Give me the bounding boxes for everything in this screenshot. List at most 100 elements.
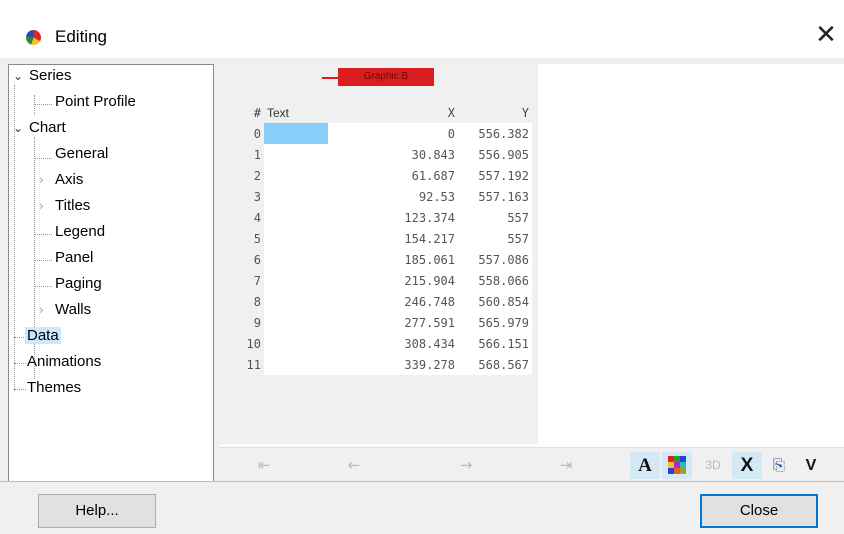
- row-number: 10: [220, 333, 264, 354]
- tree-item-walls[interactable]: › Walls: [39, 299, 93, 321]
- table-row: 0 0 556.382: [220, 123, 532, 144]
- tree-item-themes[interactable]: Themes: [25, 377, 83, 399]
- app-icon: [26, 30, 41, 45]
- chevron-down-icon[interactable]: ⌄: [13, 65, 27, 87]
- x-cell[interactable]: 215.904: [328, 270, 458, 291]
- tree-label: Axis: [55, 171, 84, 188]
- table-row: 8 246.748 560.854: [220, 291, 532, 312]
- tree-item-point-profile[interactable]: Point Profile: [53, 91, 138, 113]
- text-cell[interactable]: [264, 123, 328, 144]
- color-palette-button[interactable]: [662, 452, 692, 479]
- delete-button[interactable]: X: [732, 452, 762, 479]
- tree-item-series[interactable]: ⌄ Series: [13, 65, 74, 87]
- y-cell[interactable]: 556.382: [458, 123, 532, 144]
- tree-label: Animations: [27, 353, 102, 370]
- chevron-right-icon[interactable]: ›: [39, 299, 53, 321]
- text-cell[interactable]: [264, 144, 328, 165]
- 3d-button[interactable]: 3D: [698, 452, 728, 479]
- x-cell[interactable]: 123.374: [328, 207, 458, 228]
- dialog-footer: Help... Close: [0, 482, 844, 534]
- x-cell[interactable]: 308.434: [328, 333, 458, 354]
- text-cell[interactable]: [264, 207, 328, 228]
- y-cell[interactable]: 557: [458, 228, 532, 249]
- text-cell[interactable]: [264, 354, 328, 375]
- y-cell[interactable]: 557.192: [458, 165, 532, 186]
- text-cell[interactable]: [264, 186, 328, 207]
- chevron-right-icon[interactable]: ›: [39, 169, 53, 191]
- y-cell[interactable]: 557.163: [458, 186, 532, 207]
- text-cell[interactable]: [264, 270, 328, 291]
- tree-label: Point Profile: [55, 93, 136, 110]
- help-button[interactable]: Help...: [38, 494, 156, 528]
- chevron-right-icon[interactable]: ›: [39, 195, 53, 217]
- x-cell[interactable]: 246.748: [328, 291, 458, 312]
- y-cell[interactable]: 568.567: [458, 354, 532, 375]
- first-record-button[interactable]: ⇤: [250, 452, 278, 479]
- more-button[interactable]: V: [796, 452, 826, 479]
- tree-item-data[interactable]: Data: [25, 325, 61, 347]
- x-cell[interactable]: 277.591: [328, 312, 458, 333]
- tree-item-general[interactable]: General: [53, 143, 110, 165]
- column-header-y[interactable]: Y: [458, 102, 532, 123]
- tree-connector: [34, 234, 52, 235]
- row-number: 1: [220, 144, 264, 165]
- y-cell[interactable]: 556.905: [458, 144, 532, 165]
- tree-label: Themes: [27, 379, 82, 396]
- last-record-button[interactable]: ⇥: [552, 452, 580, 479]
- table-row: 7 215.904 558.066: [220, 270, 532, 291]
- tree-label: Legend: [55, 223, 106, 240]
- tree-connector: [34, 158, 52, 159]
- y-cell[interactable]: 557.086: [458, 249, 532, 270]
- x-cell[interactable]: 185.061: [328, 249, 458, 270]
- tree-label: Walls: [55, 301, 92, 318]
- row-number: 4: [220, 207, 264, 228]
- row-number: 9: [220, 312, 264, 333]
- x-cell[interactable]: 30.843: [328, 144, 458, 165]
- x-cell[interactable]: 154.217: [328, 228, 458, 249]
- tree-item-paging[interactable]: Paging: [53, 273, 104, 295]
- previous-record-button[interactable]: ←: [340, 452, 368, 479]
- y-cell[interactable]: 560.854: [458, 291, 532, 312]
- text-cell[interactable]: [264, 333, 328, 354]
- text-cell[interactable]: [264, 249, 328, 270]
- tree-label: Titles: [55, 197, 91, 214]
- next-record-button[interactable]: →: [452, 452, 480, 479]
- window-title: Editing: [55, 27, 107, 46]
- text-cell[interactable]: [264, 228, 328, 249]
- title-bar: Editing ✕: [0, 0, 844, 58]
- text-cell[interactable]: [264, 312, 328, 333]
- tree-connector: [34, 260, 52, 261]
- tree-item-titles[interactable]: › Titles: [39, 195, 92, 217]
- data-grid[interactable]: # Text X Y 0 0 556.382 1 30.843 556.905 …: [220, 102, 532, 375]
- column-header-text[interactable]: Text: [264, 102, 328, 123]
- options-tree: ⌄ Series Point Profile ⌄ Chart General › Ax…: [8, 64, 214, 482]
- x-cell[interactable]: 339.278: [328, 354, 458, 375]
- tree-item-animations[interactable]: Animations: [25, 351, 103, 373]
- y-cell[interactable]: 565.979: [458, 312, 532, 333]
- x-cell[interactable]: 61.687: [328, 165, 458, 186]
- tree-item-chart[interactable]: ⌄ Chart: [13, 117, 68, 139]
- chevron-down-icon[interactable]: ⌄: [13, 117, 27, 139]
- text-cell[interactable]: [264, 165, 328, 186]
- row-number: 5: [220, 228, 264, 249]
- x-cell[interactable]: 92.53: [328, 186, 458, 207]
- row-number: 7: [220, 270, 264, 291]
- row-number: 3: [220, 186, 264, 207]
- y-cell[interactable]: 566.151: [458, 333, 532, 354]
- y-cell[interactable]: 558.066: [458, 270, 532, 291]
- close-icon[interactable]: ✕: [812, 22, 840, 50]
- column-header-x[interactable]: X: [328, 102, 458, 123]
- font-button[interactable]: A: [630, 452, 660, 479]
- tree-item-legend[interactable]: Legend: [53, 221, 107, 243]
- tree-item-axis[interactable]: › Axis: [39, 169, 85, 191]
- copy-button[interactable]: ⎘: [764, 452, 794, 479]
- text-cell[interactable]: [264, 291, 328, 312]
- tree-item-panel[interactable]: Panel: [53, 247, 95, 269]
- tree-label: Series: [29, 67, 72, 84]
- close-button[interactable]: Close: [700, 494, 818, 528]
- tree-label: Paging: [55, 275, 102, 292]
- table-row: 6 185.061 557.086: [220, 249, 532, 270]
- table-row: 1 30.843 556.905: [220, 144, 532, 165]
- x-cell[interactable]: 0: [328, 123, 458, 144]
- y-cell[interactable]: 557: [458, 207, 532, 228]
